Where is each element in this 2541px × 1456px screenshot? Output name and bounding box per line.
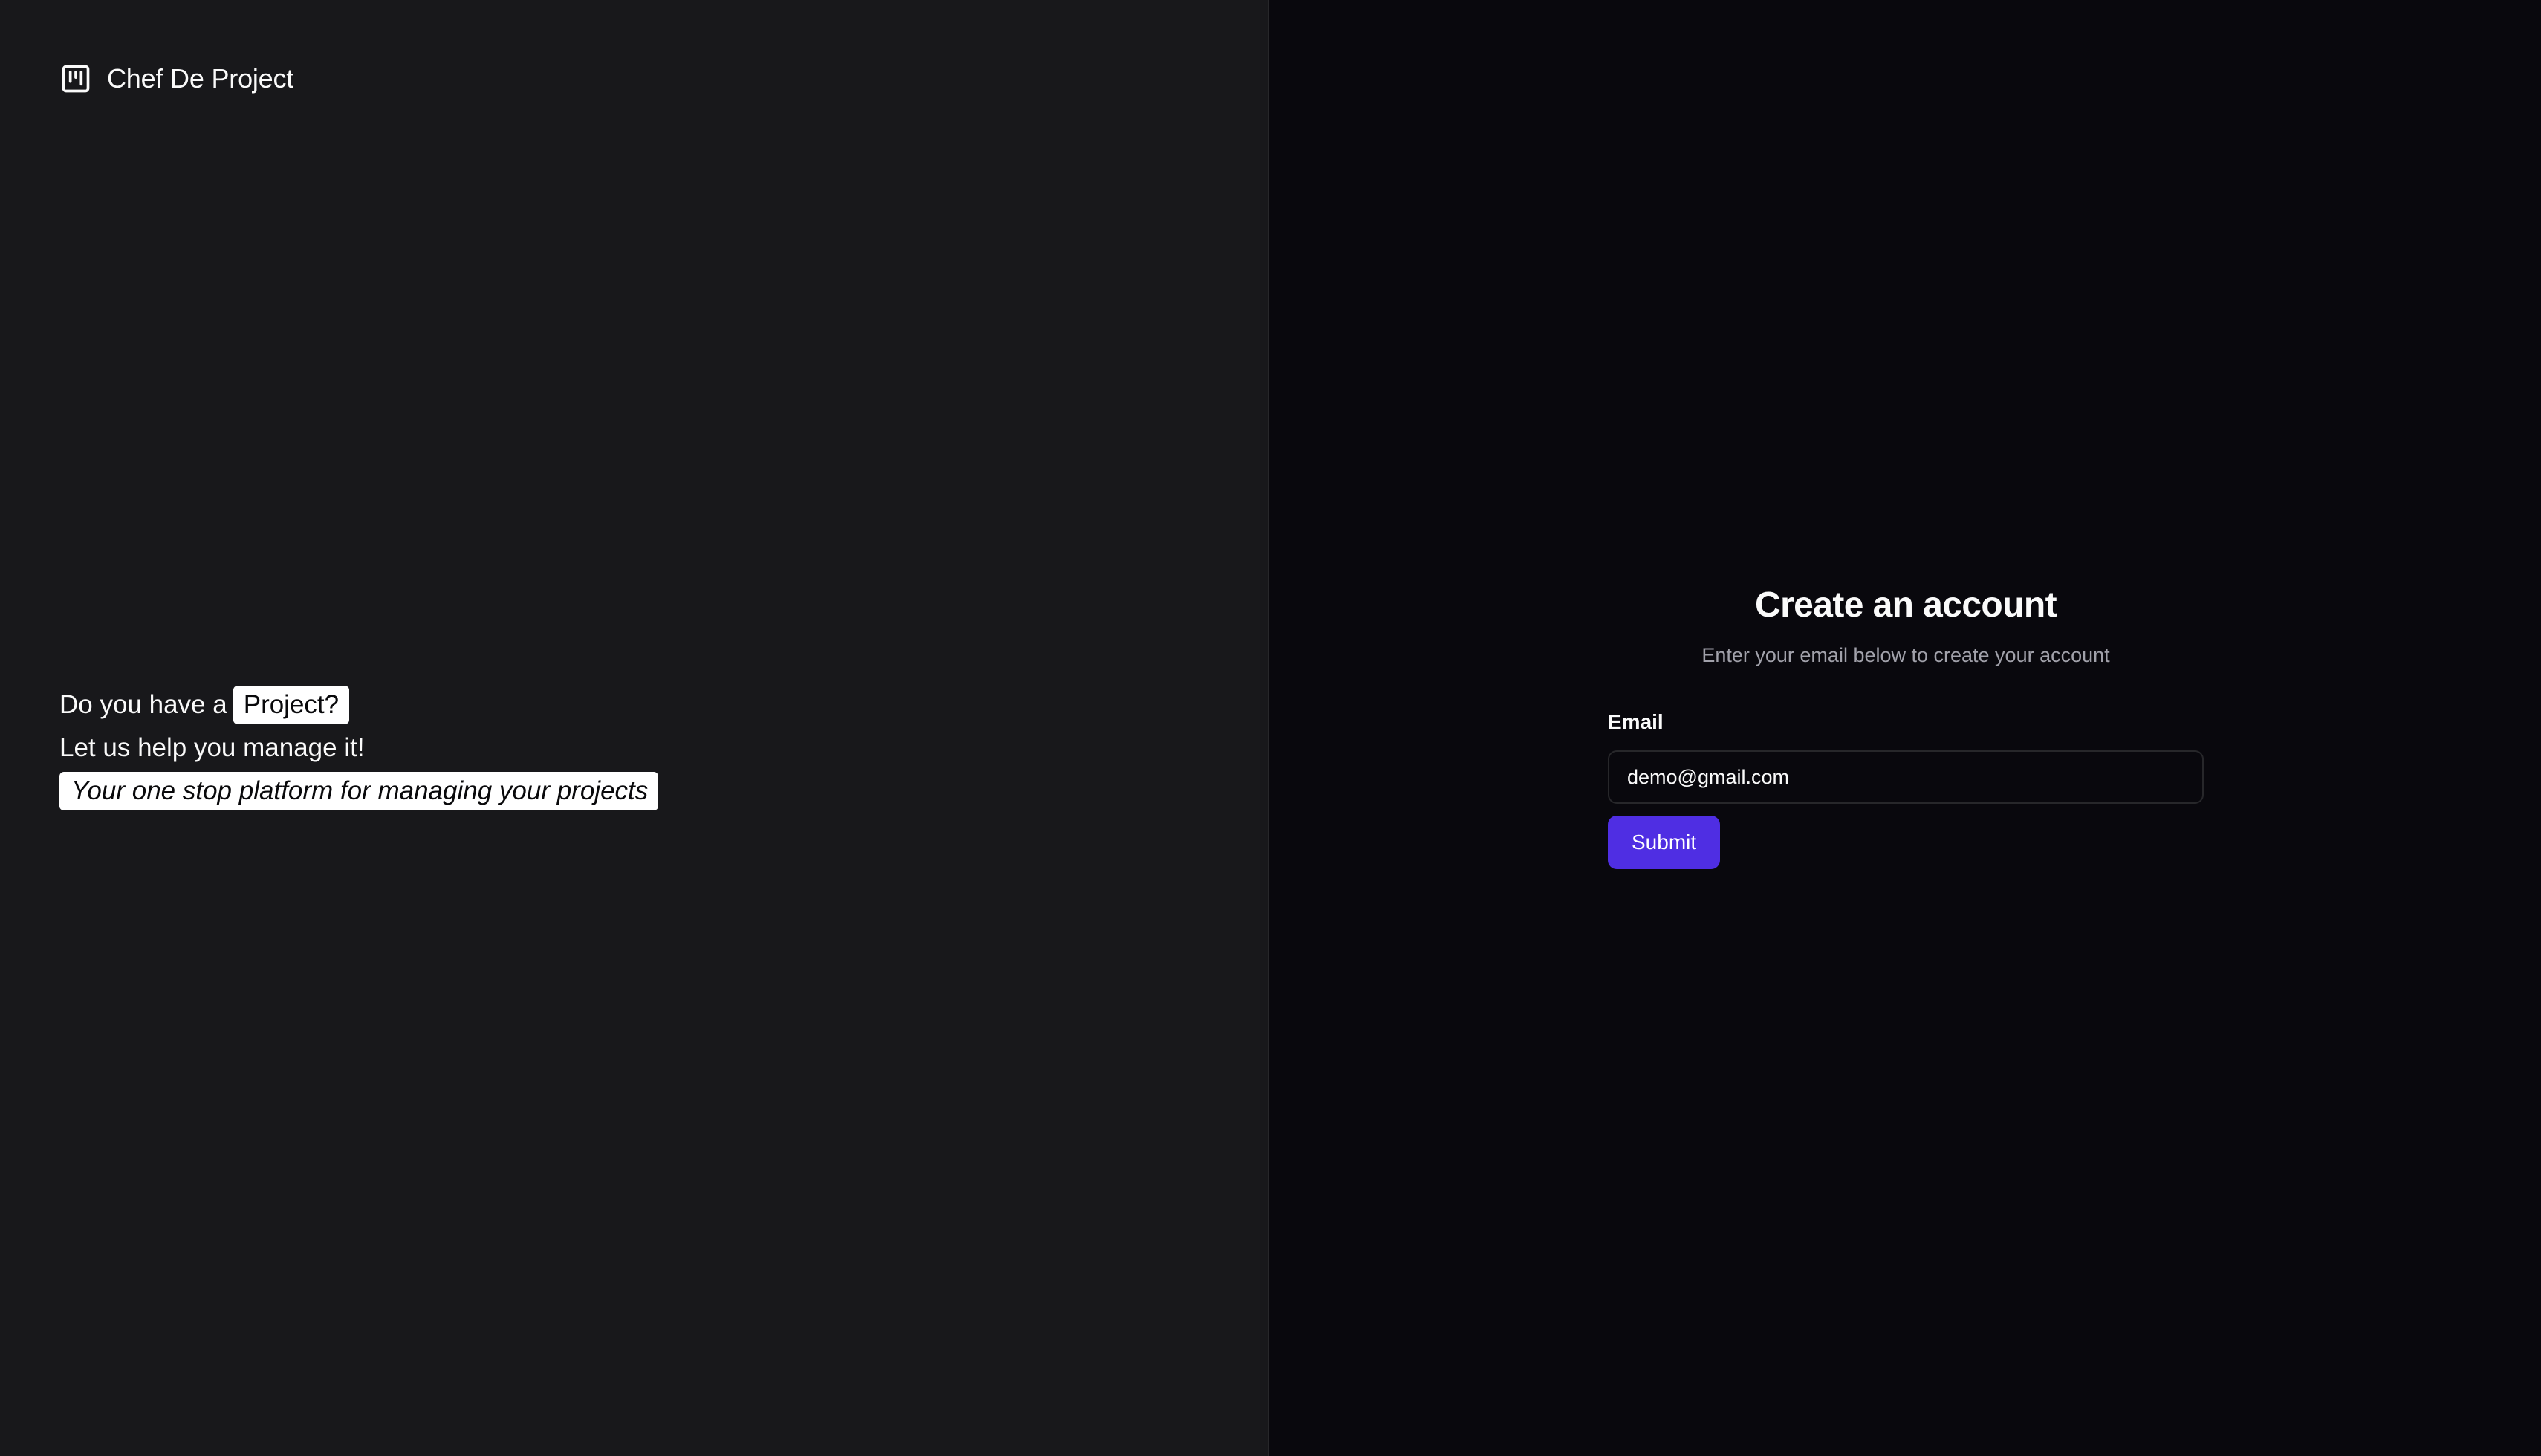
hero-line-2-text: Let us help you manage it! [59, 733, 365, 762]
form-title: Create an account [1755, 585, 2057, 625]
form-subtitle: Enter your email below to create your ac… [1701, 644, 2110, 666]
email-field[interactable] [1608, 750, 2204, 804]
email-label: Email [1608, 710, 1664, 733]
brand-name: Chef De Project [107, 63, 294, 94]
hero-line-2: Let us help you manage it! [59, 727, 658, 770]
right-panel: Create an account Enter your email below… [1269, 0, 2541, 1456]
signup-form: Create an account Enter your email below… [1608, 579, 2204, 869]
brand: Chef De Project [59, 62, 293, 95]
page: Chef De Project Do you have a Project? L… [0, 0, 2541, 1456]
kanban-icon [59, 62, 92, 95]
hero-line-1-prefix: Do you have a [59, 690, 227, 719]
hero-highlight-project: Project? [233, 686, 350, 724]
left-panel: Chef De Project Do you have a Project? L… [0, 0, 1269, 1456]
hero-pitch: Do you have a Project? Let us help you m… [59, 683, 659, 813]
hero-line-1: Do you have a Project? [59, 683, 658, 727]
submit-button[interactable]: Submit [1608, 816, 1721, 869]
hero-highlight-tagline: Your one stop platform for managing your… [59, 772, 659, 810]
hero-line-3: Your one stop platform for managing your… [59, 770, 659, 813]
